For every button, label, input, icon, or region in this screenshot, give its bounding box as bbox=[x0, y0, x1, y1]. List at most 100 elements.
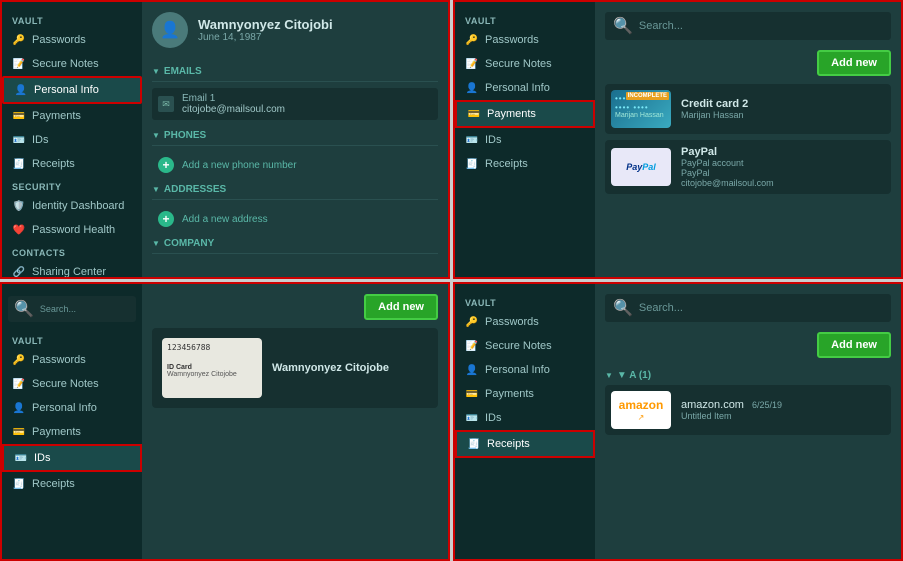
security-section-title: SECURITY bbox=[2, 176, 142, 194]
incomplete-badge: INCOMPLETE bbox=[626, 92, 669, 100]
sidebar-item-payments-bl[interactable]: 💳 Payments bbox=[2, 420, 142, 444]
sidebar-item-passwords-br[interactable]: 🔑 Passwords bbox=[455, 310, 595, 334]
receipt-icon-tr: 🧾 bbox=[465, 157, 479, 171]
sidebar-item-identity-tl[interactable]: 🛡️ Identity Dashboard bbox=[2, 194, 142, 218]
paypal-visual: PayPal bbox=[611, 148, 671, 186]
email-value: citojobe@mailsoul.com bbox=[182, 104, 285, 115]
sidebar-label: Personal Info bbox=[485, 82, 550, 94]
sidebar-item-sharing-tl[interactable]: 🔗 Sharing Center bbox=[2, 260, 142, 277]
ids-content: Add new 123456788 ID Card Wamnyonyez Cit… bbox=[142, 284, 448, 559]
sidebar-item-receipts-tr[interactable]: 🧾 Receipts bbox=[455, 152, 595, 176]
sidebar-item-securenotes-tr[interactable]: 📝 Secure Notes bbox=[455, 52, 595, 76]
add-phone[interactable]: + Add a new phone number bbox=[152, 152, 438, 178]
sidebar-label: IDs bbox=[485, 134, 502, 146]
paypal-detail2: PayPal bbox=[681, 168, 774, 178]
person-icon: 👤 bbox=[14, 83, 28, 97]
add-new-button-bl[interactable]: Add new bbox=[364, 294, 438, 320]
paypal-name: PayPal bbox=[681, 146, 774, 158]
sidebar-item-payments-br[interactable]: 💳 Payments bbox=[455, 382, 595, 406]
sidebar-item-personalinfo-bl[interactable]: 👤 Personal Info bbox=[2, 396, 142, 420]
sidebar-top-left: VAULT 🔑 Passwords 📝 Secure Notes 👤 Perso… bbox=[2, 2, 142, 277]
add-address[interactable]: + Add a new address bbox=[152, 206, 438, 232]
sidebar-item-securenotes-tl[interactable]: 📝 Secure Notes bbox=[2, 52, 142, 76]
person-icon-tr: 👤 bbox=[465, 81, 479, 95]
sidebar-label: Receipts bbox=[32, 158, 75, 170]
sidebar-label: Passwords bbox=[485, 34, 539, 46]
sidebar-item-payments-tl[interactable]: 💳 Payments bbox=[2, 104, 142, 128]
id-card-container[interactable]: 123456788 ID Card Wamnyonyez Citojobe Wa… bbox=[152, 328, 438, 408]
sidebar-label: Payments bbox=[487, 108, 536, 120]
sidebar-item-securenotes-bl[interactable]: 📝 Secure Notes bbox=[2, 372, 142, 396]
id-icon-tr: 🪪 bbox=[465, 133, 479, 147]
paypal-logo: PayPal bbox=[626, 162, 656, 172]
key-icon-br: 🔑 bbox=[465, 315, 479, 329]
id-card-owner-label: Wamnyonyez Citojobe bbox=[167, 371, 257, 378]
id-card-label: ID Card bbox=[167, 364, 257, 371]
card-icon-tr: 💳 bbox=[467, 107, 481, 121]
sidebar-label: Receipts bbox=[32, 478, 75, 490]
shield-icon: 🛡️ bbox=[12, 199, 26, 213]
sidebar-label: IDs bbox=[34, 452, 51, 464]
phones-section: PHONES bbox=[152, 124, 438, 146]
id-icon-br: 🪪 bbox=[465, 411, 479, 425]
sidebar-item-ids-bl[interactable]: 🪪 IDs bbox=[2, 444, 142, 472]
sidebar-item-receipts-br[interactable]: 🧾 Receipts bbox=[455, 430, 595, 458]
card-owner: Marijan Hassan bbox=[681, 110, 748, 120]
sidebar-item-pwhealth-tl[interactable]: ❤️ Password Health bbox=[2, 218, 142, 242]
sidebar-item-securenotes-br[interactable]: 📝 Secure Notes bbox=[455, 334, 595, 358]
search-icon-tr: 🔍 bbox=[613, 16, 633, 36]
avatar: 👤 bbox=[152, 12, 188, 48]
card-name: Credit card 2 bbox=[681, 98, 748, 110]
sidebar-label: IDs bbox=[32, 134, 49, 146]
sidebar-label: Secure Notes bbox=[485, 340, 552, 352]
payments-content: 🔍 Add new INCOMPLETE •••• •••• •••• ••••… bbox=[595, 2, 901, 277]
sidebar-item-personalinfo-tl[interactable]: 👤 Personal Info bbox=[2, 76, 142, 104]
sidebar-label: Receipts bbox=[485, 158, 528, 170]
add-new-button-tr[interactable]: Add new bbox=[817, 50, 891, 76]
search-bar-br[interactable]: 🔍 bbox=[605, 294, 891, 322]
sidebar-item-passwords-tl[interactable]: 🔑 Passwords bbox=[2, 28, 142, 52]
sidebar-label: Passwords bbox=[485, 316, 539, 328]
credit-card-item[interactable]: INCOMPLETE •••• •••• •••• •••• Marijan H… bbox=[605, 84, 891, 134]
id-card-owner-right: Wamnyonyez Citojobe bbox=[272, 362, 389, 374]
sidebar-item-receipts-bl[interactable]: 🧾 Receipts bbox=[2, 472, 142, 496]
sidebar-item-receipts-tl[interactable]: 🧾 Receipts bbox=[2, 152, 142, 176]
personalinfo-content: 👤 Wamnyonyez Citojobi June 14, 1987 EMAI… bbox=[142, 2, 448, 277]
receipt-date: 6/25/19 bbox=[752, 400, 782, 410]
vault-label-tr: VAULT bbox=[455, 10, 595, 28]
search-bar-bl[interactable]: 🔍 bbox=[8, 296, 136, 322]
amazon-arrow: ↗ bbox=[638, 413, 645, 422]
sidebar-item-ids-tl[interactable]: 🪪 IDs bbox=[2, 128, 142, 152]
add-address-label: Add a new address bbox=[182, 214, 268, 225]
person-icon-bl: 👤 bbox=[12, 401, 26, 415]
id-card-number: 123456788 bbox=[167, 343, 257, 352]
card-visual-credit: INCOMPLETE •••• •••• •••• •••• Marijan H… bbox=[611, 90, 671, 128]
sidebar-item-personalinfo-tr[interactable]: 👤 Personal Info bbox=[455, 76, 595, 100]
panel-top-left: VAULT 🔑 Passwords 📝 Secure Notes 👤 Perso… bbox=[0, 0, 450, 279]
receipts-content: 🔍 Add new ▼ A (1) amazon ↗ amazon.com 6/… bbox=[595, 284, 901, 559]
sidebar-item-passwords-bl[interactable]: 🔑 Passwords bbox=[2, 348, 142, 372]
vault-label-bl: VAULT bbox=[2, 330, 142, 348]
search-bar-tr[interactable]: 🔍 bbox=[605, 12, 891, 40]
card-icon-bl: 💳 bbox=[12, 425, 26, 439]
sidebar-item-ids-tr[interactable]: 🪪 IDs bbox=[455, 128, 595, 152]
key-icon-bl: 🔑 bbox=[12, 353, 26, 367]
search-input-tr[interactable] bbox=[639, 20, 883, 32]
amazon-receipt-item[interactable]: amazon ↗ amazon.com 6/25/19 Untitled Ite… bbox=[605, 385, 891, 435]
sidebar-bottom-left: 🔍 VAULT 🔑 Passwords 📝 Secure Notes 👤 Per… bbox=[2, 284, 142, 559]
add-new-button-br[interactable]: Add new bbox=[817, 332, 891, 358]
id-icon-bl: 🪪 bbox=[14, 451, 28, 465]
sidebar-item-personalinfo-br[interactable]: 👤 Personal Info bbox=[455, 358, 595, 382]
sidebar-label: Personal Info bbox=[485, 364, 550, 376]
paypal-item[interactable]: PayPal PayPal PayPal account PayPal cito… bbox=[605, 140, 891, 194]
note-icon-tr: 📝 bbox=[465, 57, 479, 71]
paypal-details: PayPal PayPal account PayPal citojobe@ma… bbox=[681, 146, 774, 188]
search-input-br[interactable] bbox=[639, 302, 883, 314]
panel-bottom-left: 🔍 VAULT 🔑 Passwords 📝 Secure Notes 👤 Per… bbox=[0, 282, 450, 561]
receipt-icon: 🧾 bbox=[12, 157, 26, 171]
sidebar-item-passwords-tr[interactable]: 🔑 Passwords bbox=[455, 28, 595, 52]
sidebar-item-payments-tr[interactable]: 💳 Payments bbox=[455, 100, 595, 128]
group-header-a: ▼ A (1) bbox=[605, 366, 891, 385]
sidebar-item-ids-br[interactable]: 🪪 IDs bbox=[455, 406, 595, 430]
search-input-bl[interactable] bbox=[40, 304, 130, 314]
